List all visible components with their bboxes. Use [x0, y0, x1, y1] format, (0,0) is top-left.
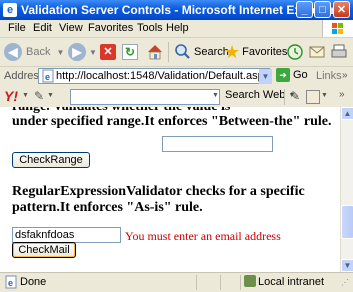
yahoo-toolbar: Y! ▼ ✎ ▼ ▼ Search Web ▼ ✎ ▼ » [0, 87, 353, 108]
back-button[interactable]: ◀ Back ▼ [4, 41, 64, 63]
search-web-label: Search Web [225, 89, 286, 101]
address-url: http://localhost:1548/Validation/Default… [56, 70, 270, 82]
print-button[interactable] [330, 41, 348, 63]
page-done-icon: e [5, 275, 17, 289]
windows-flag-icon [322, 20, 353, 37]
email-error-message: You must enter an email address [125, 229, 281, 243]
check-mail-button[interactable]: CheckMail [12, 242, 76, 258]
links-label[interactable]: Links [316, 70, 342, 82]
stop-icon: ✕ [100, 44, 116, 60]
menu-view[interactable]: View [59, 22, 83, 34]
mail-icon [309, 46, 325, 58]
window-title: Validation Server Controls - Microsoft I… [21, 3, 336, 17]
maximize-button[interactable]: □ [314, 1, 331, 18]
scroll-down-arrow-icon[interactable]: ▼ [341, 259, 353, 272]
scroll-up-arrow-icon[interactable]: ▲ [341, 107, 353, 120]
svg-text:e: e [45, 72, 50, 82]
pencil-icon[interactable]: ✎ [34, 89, 44, 103]
range-description: under specified range.It enforces "Betwe… [12, 114, 332, 129]
go-label: Go [293, 69, 308, 81]
status-divider [220, 275, 221, 290]
regex-description-line2: pattern.It enforces "As-is" rule. [12, 200, 203, 215]
page-icon: e [42, 69, 54, 83]
menu-tools[interactable]: Tools [137, 22, 163, 34]
security-zone-label: Local intranet [258, 276, 325, 288]
chevron-down-icon: ▼ [56, 47, 65, 57]
forward-button[interactable]: ▶ ▼ [68, 41, 97, 63]
svg-text:e: e [8, 278, 13, 288]
address-dropdown-icon[interactable]: ▼ [259, 69, 272, 84]
title-bar: e Validation Server Controls - Microsoft… [0, 0, 353, 20]
yahoo-logo[interactable]: Y! [4, 88, 18, 104]
favorites-label: Favorites [242, 46, 288, 58]
menu-edit[interactable]: Edit [33, 22, 52, 34]
chevron-right-icon[interactable]: » [339, 89, 345, 100]
go-button[interactable]: ➜ Go [276, 68, 308, 82]
vertical-scrollbar[interactable]: ▲ ▼ [340, 107, 353, 272]
print-icon [331, 44, 347, 58]
home-icon [148, 45, 162, 60]
status-bar: e Done Local intranet ⋰ [0, 272, 353, 292]
chevron-down-icon[interactable]: ▼ [321, 92, 328, 99]
address-bar: Address e http://localhost:1548/Validati… [0, 67, 353, 88]
mail-icon[interactable] [306, 90, 320, 104]
range-input[interactable] [162, 136, 273, 152]
email-input[interactable]: dsfaknfdoas [12, 227, 121, 243]
menu-file[interactable]: File [8, 22, 26, 34]
refresh-button[interactable]: ↻ [122, 41, 138, 63]
search-button[interactable]: Search [173, 41, 229, 63]
toolbar-separator [284, 89, 285, 105]
menu-favorites[interactable]: Favorites [88, 22, 133, 34]
favorites-button[interactable]: ★ Favorites [224, 41, 287, 63]
chevron-down-icon[interactable]: ▼ [47, 92, 54, 99]
go-arrow-icon: ➜ [276, 68, 290, 82]
stop-button[interactable]: ✕ [100, 41, 116, 63]
page-content: range. Validates whether the value is un… [0, 107, 340, 272]
close-button[interactable]: ✕ [333, 1, 350, 18]
toolbar-separator [168, 42, 169, 62]
resize-grip-icon[interactable]: ⋰ [341, 278, 349, 287]
forward-arrow-icon: ▶ [68, 43, 86, 61]
ie-logo-icon: e [3, 3, 17, 17]
status-divider [196, 275, 197, 290]
check-range-button[interactable]: CheckRange [12, 152, 90, 168]
back-label: Back [26, 46, 51, 58]
mail-button[interactable] [308, 41, 326, 63]
local-intranet-icon [244, 275, 256, 287]
back-arrow-icon: ◀ [4, 43, 22, 61]
yahoo-search-input[interactable] [70, 89, 220, 105]
pencil-icon[interactable]: ✎ [290, 89, 300, 103]
minimize-button[interactable]: _ [296, 1, 313, 18]
history-button[interactable] [286, 41, 304, 63]
favorites-star-icon: ★ [224, 42, 241, 62]
standard-toolbar: ◀ Back ▼ ▶ ▼ ✕ ↻ Search ★ Favorites [0, 38, 353, 67]
menu-help[interactable]: Help [166, 22, 189, 34]
search-icon [175, 44, 190, 59]
regex-description-line1: RegularExpressionValidator checks for a … [12, 184, 305, 199]
address-input[interactable]: e http://localhost:1548/Validation/Defau… [38, 68, 270, 84]
home-button[interactable] [146, 41, 164, 63]
status-divider [240, 275, 241, 290]
menu-bar: File Edit View Favorites Tools Help [0, 20, 353, 38]
chevron-down-icon: ▼ [89, 47, 97, 57]
chevron-down-icon[interactable]: ▼ [212, 92, 219, 99]
status-text: Done [20, 276, 47, 288]
scroll-thumb[interactable] [341, 205, 353, 239]
chevron-right-icon[interactable]: » [342, 70, 348, 81]
refresh-icon: ↻ [122, 44, 138, 60]
history-icon [287, 44, 303, 60]
chevron-down-icon[interactable]: ▼ [22, 92, 29, 99]
